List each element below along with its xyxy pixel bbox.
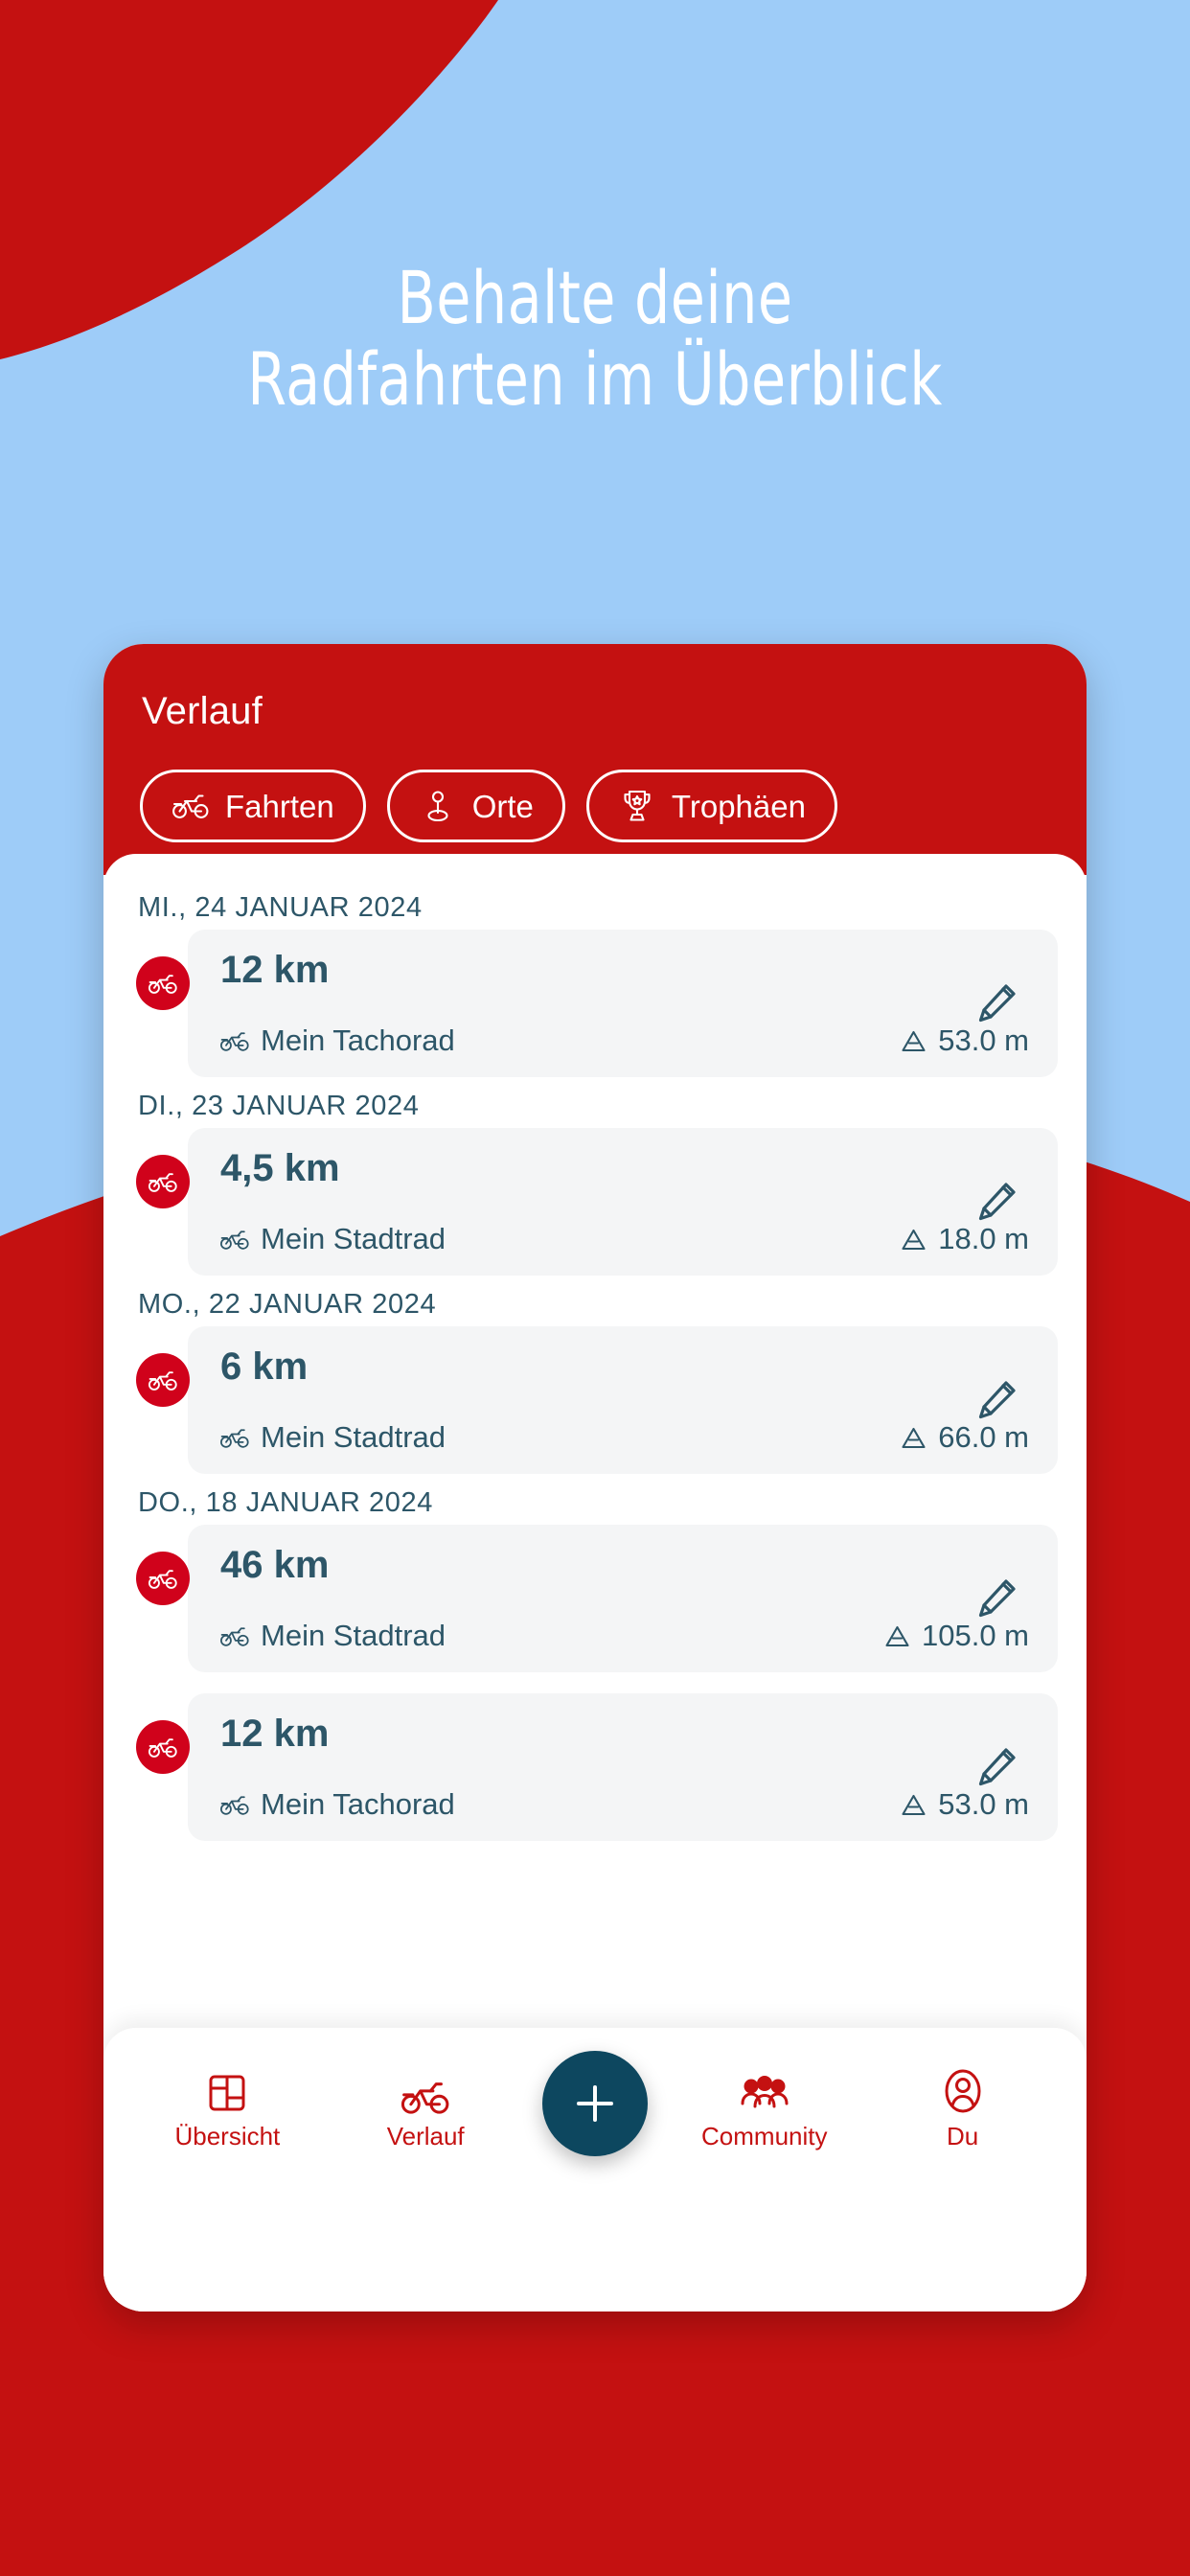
ride-bike-name: Mein Stadtrad	[261, 1619, 446, 1652]
date-heading: DO., 18 JANUAR 2024	[138, 1487, 433, 1518]
ride-card[interactable]: 12 km Mein Tachorad 53.0 m	[188, 930, 1058, 1077]
ride-card[interactable]: 12 km Mein Tachorad 53.0 m	[188, 1693, 1058, 1841]
bottom-navigation: Übersicht Verlauf Community Du	[103, 2028, 1087, 2312]
mountain-icon	[901, 1029, 927, 1053]
bicycle-icon	[220, 1428, 249, 1448]
pencil-icon[interactable]	[968, 1173, 1025, 1230]
ride-card[interactable]: 4,5 km Mein Stadtrad 18.0 m	[188, 1128, 1058, 1276]
tab-label: Trophäen	[671, 788, 806, 824]
nav-item-community[interactable]: Community	[683, 2064, 846, 2151]
tab-orte[interactable]: Orte	[386, 770, 565, 842]
nav-item-label: Verlauf	[386, 2122, 465, 2150]
ride-bike-name: Mein Tachorad	[261, 1024, 455, 1057]
location-pin-icon	[419, 787, 457, 825]
plus-icon	[576, 2085, 613, 2122]
bicycle-icon	[136, 1720, 190, 1774]
mountain-icon	[901, 1426, 927, 1450]
ride-meta: Mein Stadtrad 66.0 m	[220, 1420, 1029, 1455]
ride-card[interactable]: 46 km Mein Stadtrad 105.0 m	[188, 1525, 1058, 1672]
nav-item-verlauf[interactable]: Verlauf	[344, 2064, 507, 2151]
date-heading: DI., 23 JANUAR 2024	[138, 1091, 420, 1121]
headline-line-1: Behalte deine	[397, 255, 793, 340]
app-header: Verlauf Fahrten Orte Trophäen	[103, 644, 1087, 875]
ride-bike-name: Mein Stadtrad	[261, 1420, 446, 1454]
mountain-icon	[901, 1793, 927, 1817]
tab-label: Orte	[471, 788, 534, 824]
trophy-icon	[618, 787, 656, 825]
date-heading: MI., 24 JANUAR 2024	[138, 892, 423, 923]
page-title: Verlauf	[142, 690, 263, 732]
ride-distance: 6 km	[220, 1346, 309, 1388]
filter-chip-row: Fahrten Orte Trophäen	[140, 770, 1050, 842]
nav-item-label: Du	[946, 2122, 979, 2150]
nav-item-du[interactable]: Du	[881, 2064, 1044, 2151]
ride-card[interactable]: 6 km Mein Stadtrad 66.0 m	[188, 1326, 1058, 1474]
bicycle-icon	[136, 1552, 190, 1605]
ride-distance: 4,5 km	[220, 1147, 340, 1189]
ride-meta: Mein Stadtrad 105.0 m	[220, 1619, 1029, 1653]
pencil-icon[interactable]	[968, 1570, 1025, 1627]
bicycle-icon	[220, 1230, 249, 1250]
mountain-icon	[901, 1228, 927, 1252]
add-activity-fab[interactable]	[541, 2051, 648, 2156]
bicycle-icon	[220, 1626, 249, 1646]
pencil-icon[interactable]	[968, 1371, 1025, 1429]
page-headline: Behalte deine Radfahrten im Überblick	[83, 257, 1107, 420]
headline-line-2: Radfahrten im Überblick	[247, 336, 943, 423]
ride-meta: Mein Tachorad 53.0 m	[220, 1024, 1029, 1058]
list-item[interactable]: 12 km Mein Tachorad 53.0 m	[132, 930, 1058, 1077]
dashboard-grid-icon	[206, 2064, 248, 2114]
bicycle-icon	[401, 2064, 449, 2114]
tab-label: Fahrten	[225, 788, 334, 824]
bicycle-icon	[172, 787, 210, 825]
list-item[interactable]: 4,5 km Mein Stadtrad 18.0 m	[132, 1128, 1058, 1276]
ride-distance: 12 km	[220, 1713, 330, 1755]
ride-distance: 46 km	[220, 1544, 330, 1586]
pencil-icon[interactable]	[968, 975, 1025, 1032]
nav-item-uebersicht[interactable]: Übersicht	[146, 2064, 309, 2151]
ride-bike-name: Mein Stadtrad	[261, 1222, 446, 1255]
bicycle-icon	[136, 956, 190, 1010]
mountain-icon	[884, 1624, 910, 1648]
list-item[interactable]: 6 km Mein Stadtrad 66.0 m	[132, 1326, 1058, 1474]
ride-meta: Mein Stadtrad 18.0 m	[220, 1222, 1029, 1256]
phone-mockup: Verlauf Fahrten Orte Trophäen MI., 24 JA…	[103, 644, 1087, 2312]
ride-bike-name: Mein Tachorad	[261, 1787, 455, 1821]
list-item[interactable]: 12 km Mein Tachorad 53.0 m	[132, 1693, 1058, 1841]
date-heading: MO., 22 JANUAR 2024	[138, 1289, 437, 1320]
ride-meta: Mein Tachorad 53.0 m	[220, 1787, 1029, 1822]
user-profile-icon	[944, 2064, 982, 2114]
nav-item-label: Übersicht	[174, 2122, 281, 2150]
tab-trophaeen[interactable]: Trophäen	[585, 770, 837, 842]
list-item[interactable]: 46 km Mein Stadtrad 105.0 m	[132, 1525, 1058, 1672]
pencil-icon[interactable]	[968, 1738, 1025, 1796]
people-group-icon	[741, 2064, 789, 2114]
bicycle-icon	[136, 1155, 190, 1208]
bicycle-icon	[220, 1795, 249, 1815]
bicycle-icon	[220, 1031, 249, 1051]
bicycle-icon	[136, 1353, 190, 1407]
tab-fahrten[interactable]: Fahrten	[140, 770, 366, 842]
nav-item-label: Community	[701, 2122, 828, 2150]
ride-distance: 12 km	[220, 949, 330, 991]
